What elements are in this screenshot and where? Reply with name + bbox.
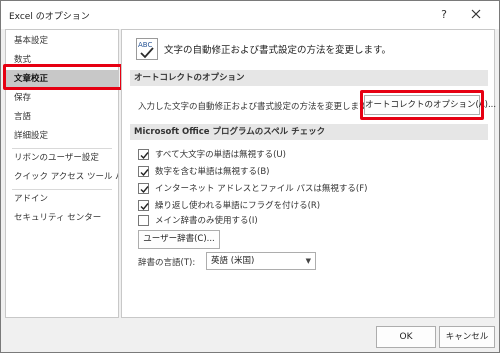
option-flag-repeated-words[interactable]: 繰り返し使われる単語にフラグを付ける(R) — [138, 199, 478, 213]
option-label: メイン辞書のみ使用する(I) — [155, 216, 258, 226]
option-label: 数字を含む単語は無視する(B) — [155, 167, 270, 177]
checkmark-icon — [140, 169, 149, 177]
option-main-dictionary-only[interactable]: メイン辞書のみ使用する(I) — [138, 214, 478, 228]
custom-dictionaries-button[interactable]: ユーザー辞書(C)... — [138, 230, 220, 249]
dropdown-arrow-icon: ▼ — [305, 257, 311, 265]
close-icon — [471, 9, 481, 19]
abc-check-icon: ABC — [136, 38, 158, 60]
excel-options-dialog: Excel のオプション ? 基本設定 数式 文章校正 保存 言語 詳細設定 リ… — [0, 0, 500, 353]
svg-text:ABC: ABC — [138, 41, 152, 49]
sidebar-item-general[interactable]: 基本設定 — [6, 32, 118, 51]
sidebar-item-customize-ribbon[interactable]: リボンのユーザー設定 — [6, 149, 118, 168]
autocorrect-highlight-box — [360, 90, 484, 120]
checkbox[interactable] — [138, 183, 149, 194]
option-ignore-internet-addresses[interactable]: インターネット アドレスとファイル パスは無視する(F) — [138, 182, 478, 196]
help-button[interactable]: ? — [433, 5, 455, 25]
checkmark-icon — [140, 152, 149, 160]
sidebar-item-quick-access-toolbar[interactable]: クイック アクセス ツール バー — [6, 168, 118, 187]
sidebar-item-advanced[interactable]: 詳細設定 — [6, 127, 118, 146]
sidebar-item-language[interactable]: 言語 — [6, 108, 118, 127]
dictionary-language-select[interactable]: 英語 (米国) ▼ — [206, 252, 316, 270]
cancel-button[interactable]: キャンセル — [439, 326, 495, 348]
sidebar-item-save[interactable]: 保存 — [6, 89, 118, 108]
sidebar-item-trust-center[interactable]: セキュリティ センター — [6, 209, 118, 228]
option-label: 繰り返し使われる単語にフラグを付ける(R) — [155, 201, 321, 211]
checkbox[interactable] — [138, 149, 149, 160]
proofing-highlight-box — [3, 64, 123, 90]
autocorrect-description: 入力した文字の自動修正および書式設定の方法を変更します: — [138, 102, 371, 112]
checkmark-icon — [140, 203, 149, 211]
panel-heading: 文字の自動修正および書式設定の方法を変更します。 — [164, 45, 392, 56]
checkmark-icon — [140, 186, 149, 194]
spelling-section-header: Microsoft Office プログラムのスペル チェック — [130, 124, 488, 140]
autocorrect-section-header: オートコレクトのオプション — [130, 70, 488, 86]
sidebar-item-add-ins[interactable]: アドイン — [6, 190, 118, 209]
checkbox[interactable] — [138, 200, 149, 211]
proofing-panel: ABC 文字の自動修正および書式設定の方法を変更します。 オートコレクトのオプシ… — [121, 29, 496, 318]
option-ignore-uppercase[interactable]: すべて大文字の単語は無視する(U) — [138, 148, 478, 162]
option-label: インターネット アドレスとファイル パスは無視する(F) — [155, 184, 368, 194]
close-button[interactable] — [463, 5, 489, 25]
option-ignore-numbers[interactable]: 数字を含む単語は無視する(B) — [138, 165, 478, 179]
dictionary-language-label: 辞書の言語(T): — [138, 258, 196, 268]
checkbox[interactable] — [138, 215, 149, 226]
ok-button[interactable]: OK — [376, 326, 436, 348]
dictionary-language-value: 英語 (米国) — [211, 256, 255, 266]
window-title: Excel のオプション — [9, 12, 90, 22]
title-bar: Excel のオプション ? — [1, 1, 499, 29]
option-label: すべて大文字の単語は無視する(U) — [155, 150, 286, 160]
checkbox[interactable] — [138, 166, 149, 177]
